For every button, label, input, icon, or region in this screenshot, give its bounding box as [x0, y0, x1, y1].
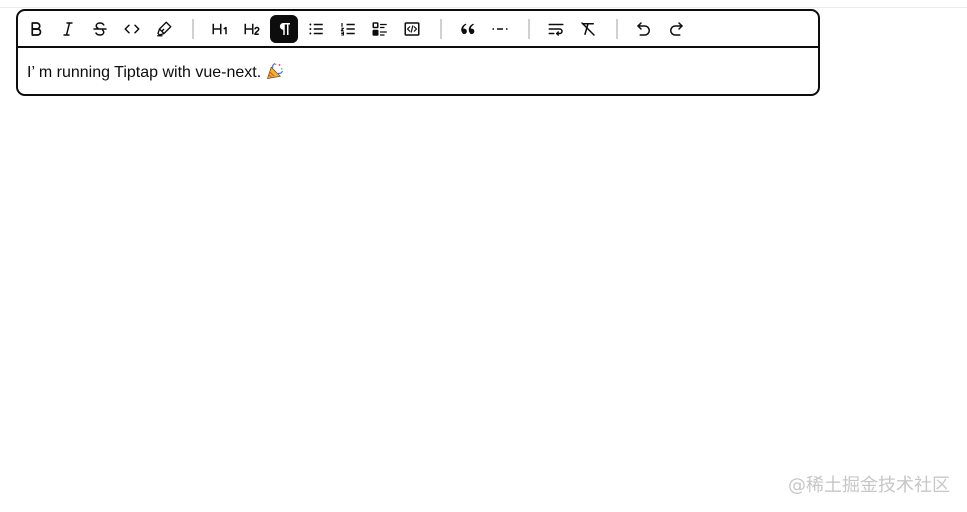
undo-icon: [637, 21, 650, 36]
toolbar-divider: [440, 18, 442, 39]
clear-format-button[interactable]: [574, 15, 602, 43]
bold-button[interactable]: [22, 15, 50, 43]
code-icon: [124, 24, 140, 33]
strikethrough-button[interactable]: [86, 15, 114, 43]
paragraph-text: I’ m running Tiptap with vue-next.: [27, 64, 262, 81]
heading-1-icon: [212, 23, 227, 34]
code-button[interactable]: [118, 15, 146, 43]
bold-icon: [31, 21, 42, 36]
redo-button[interactable]: [662, 15, 690, 43]
tiptap-editor: I’ m running Tiptap with vue-next.: [16, 9, 820, 96]
code-block-icon: [404, 21, 420, 36]
editor-content[interactable]: I’ m running Tiptap with vue-next.: [18, 48, 818, 86]
hard-break-button[interactable]: [542, 15, 570, 43]
highlighter-icon: [157, 21, 172, 36]
party-popper-icon: [266, 62, 284, 86]
code-block-button[interactable]: [398, 15, 426, 43]
italic-icon: [63, 21, 73, 36]
text-wrap-icon: [548, 23, 564, 36]
bullet-list-icon: [309, 23, 323, 34]
separator-icon: [492, 27, 508, 30]
task-list-button[interactable]: [366, 15, 394, 43]
top-divider: [0, 7, 967, 8]
undo-button[interactable]: [630, 15, 658, 43]
highlight-button[interactable]: [150, 15, 178, 43]
ordered-list-button[interactable]: [334, 15, 362, 43]
format-clear-icon: [581, 21, 595, 36]
strikethrough-icon: [93, 21, 107, 36]
italic-button[interactable]: [54, 15, 82, 43]
heading-2-icon: [244, 23, 260, 35]
redo-icon: [670, 21, 683, 36]
watermark: @稀土掘金技术社区: [788, 475, 950, 496]
paragraph-icon: [279, 22, 290, 35]
toolbar-divider: [192, 18, 194, 39]
heading-1-button[interactable]: [206, 15, 234, 43]
bullet-list-button[interactable]: [302, 15, 330, 43]
blockquote-button[interactable]: [454, 15, 482, 43]
horizontal-rule-button[interactable]: [486, 15, 514, 43]
editor-menubar: [18, 11, 818, 48]
double-quotes-icon: [461, 23, 475, 34]
toolbar-divider: [528, 18, 530, 39]
task-list-icon: [372, 21, 387, 36]
toolbar-divider: [616, 18, 618, 39]
heading-2-button[interactable]: [238, 15, 266, 43]
ordered-list-icon: [340, 22, 355, 36]
paragraph-button[interactable]: [270, 14, 298, 43]
